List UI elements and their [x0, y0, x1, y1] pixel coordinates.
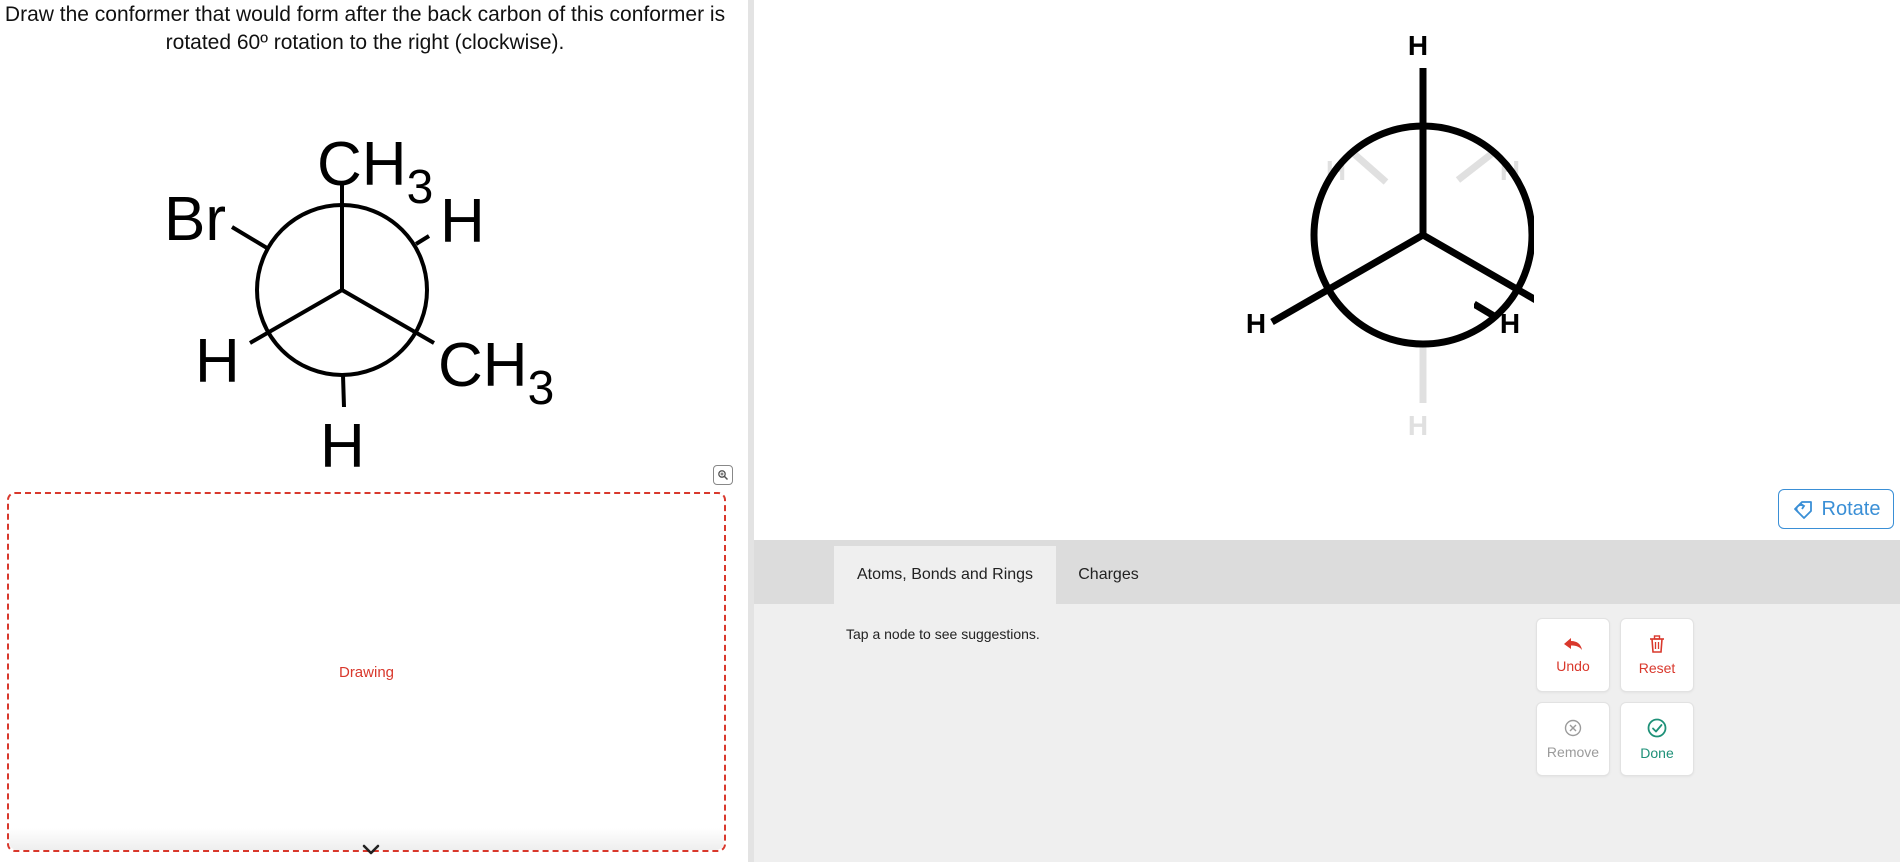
chevron-down-icon[interactable] — [360, 842, 382, 858]
back-bond-top-right — [1455, 149, 1497, 183]
check-circle-icon — [1647, 718, 1667, 737]
tool-area: Tap a node to see suggestions. Undo Rese… — [754, 604, 1900, 862]
rotate-icon — [1793, 501, 1812, 519]
zoom-button[interactable] — [713, 465, 733, 485]
tool-tabs: Atoms, Bonds and Rings Charges — [754, 540, 1900, 604]
undo-icon — [1564, 637, 1582, 650]
remove-label: Remove — [1546, 743, 1600, 760]
label-front-top: H — [1408, 30, 1428, 61]
label-front-bottom-right: CH3 — [438, 331, 554, 415]
label-back-top-left: Br — [164, 185, 226, 254]
label-front-bottom-left: H — [195, 327, 240, 396]
back-bond-top-left — [230, 225, 269, 250]
drawing-editor-panel: H H H H H H Rotate Atoms, Bonds and Ring… — [754, 0, 1900, 862]
zoom-icon — [718, 470, 729, 481]
drawing-label: Drawing — [338, 664, 395, 681]
newman-label-right: H — [1474, 300, 1520, 339]
question-panel: Draw the conformer that would form after… — [0, 0, 748, 862]
remove-icon — [1564, 719, 1582, 736]
reset-label: Reset — [1638, 659, 1676, 676]
front-bond-bottom-right — [341, 288, 435, 345]
tab-charges[interactable]: Charges — [1056, 546, 1161, 604]
done-button[interactable]: Done — [1620, 702, 1694, 776]
back-bond-top-left — [1349, 149, 1389, 185]
drawing-canvas[interactable]: H H H H H H Rotate — [754, 0, 1900, 540]
label-front-bottom-right: H — [1500, 308, 1520, 339]
label-back-bottom: H — [1408, 410, 1428, 440]
label-front-top: CH3 — [317, 130, 433, 214]
undo-label: Undo — [1556, 657, 1590, 674]
back-bond-bottom — [341, 374, 346, 408]
newman-projection-editor[interactable]: H H H H H — [1134, 20, 1534, 440]
newman-projection-question: CH3 Br H H CH3 H — [164, 130, 554, 480]
question-text: Draw the conformer that would form after… — [4, 3, 726, 54]
done-label: Done — [1640, 744, 1674, 761]
label-back-bottom: H — [320, 412, 365, 480]
undo-button[interactable]: Undo — [1536, 618, 1610, 692]
rotate-button[interactable]: Rotate — [1778, 489, 1894, 529]
label-front-bottom-left: H — [1246, 308, 1266, 339]
hint-text: Tap a node to see suggestions. — [846, 626, 1040, 642]
drawing-drop-area[interactable]: Drawing — [7, 492, 726, 855]
reset-button[interactable]: Reset — [1620, 618, 1694, 692]
rotate-label: Rotate — [1821, 497, 1881, 520]
front-bond-bottom-left — [249, 288, 343, 345]
trash-icon — [1650, 634, 1664, 653]
tab-atoms-bonds-rings[interactable]: Atoms, Bonds and Rings — [834, 546, 1056, 604]
back-bond-top-right — [414, 234, 431, 246]
remove-button[interactable]: Remove — [1536, 702, 1610, 776]
label-back-top-right: H — [440, 187, 485, 256]
